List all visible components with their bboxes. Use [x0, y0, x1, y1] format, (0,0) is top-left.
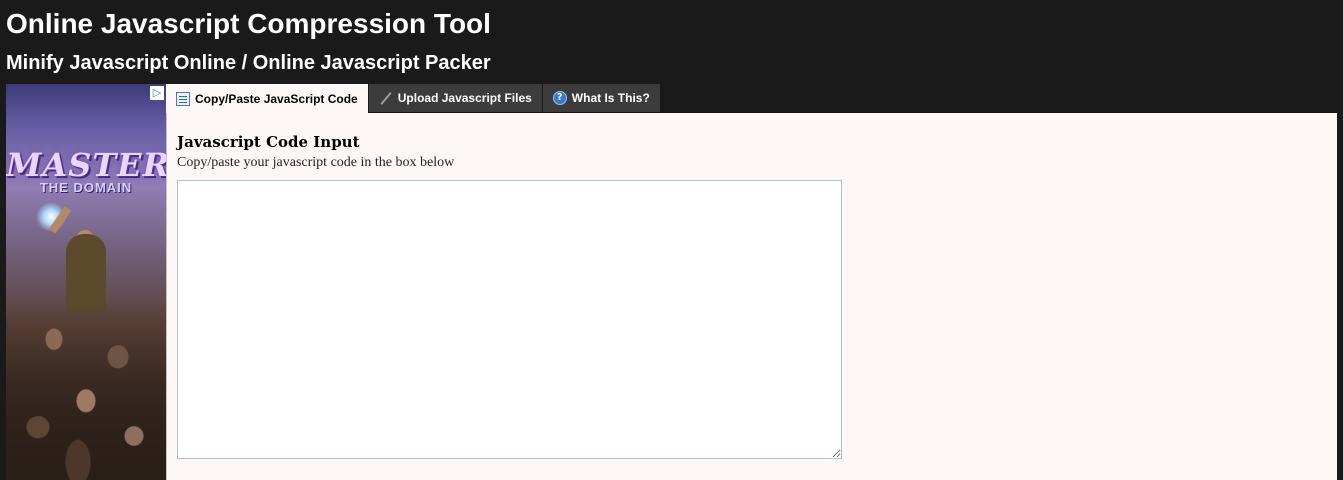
ad-logo-domain: THE DOMAIN [39, 180, 133, 195]
tab-what-is-this[interactable]: ? What Is This? [542, 84, 661, 112]
ad-figure-body [66, 234, 106, 314]
site-title: Online Javascript Compression Tool [6, 8, 491, 39]
page-header: Online Javascript Compression Tool Minif… [0, 0, 1343, 84]
code-document-icon [176, 91, 190, 106]
tab-bar: Copy/Paste JavaScript Code Upload Javasc… [166, 84, 661, 113]
site-subtitle: Minify Javascript Online / Online Javasc… [6, 52, 491, 74]
ad-banner[interactable]: ▷ MASTER THE DOMAIN [6, 84, 166, 480]
javascript-code-input[interactable] [177, 180, 842, 459]
adchoices-icon[interactable]: ▷ [150, 86, 164, 100]
pencil-icon [379, 91, 393, 105]
tab-label: What Is This? [571, 91, 650, 105]
ad-rubble-graphic [6, 304, 166, 480]
section-description: Copy/paste your javascript code in the b… [177, 155, 455, 170]
ad-logo-master: MASTER [6, 146, 166, 184]
section-title: Javascript Code Input [177, 133, 360, 151]
tab-label: Copy/Paste JavaScript Code [195, 91, 358, 106]
help-icon: ? [552, 91, 567, 105]
tab-label: Upload Javascript Files [397, 91, 532, 105]
tab-copy-paste-code[interactable]: Copy/Paste JavaScript Code [166, 84, 369, 113]
code-input-panel: Javascript Code Input Copy/paste your ja… [166, 113, 1337, 480]
tab-upload-files[interactable]: Upload Javascript Files [368, 84, 543, 112]
